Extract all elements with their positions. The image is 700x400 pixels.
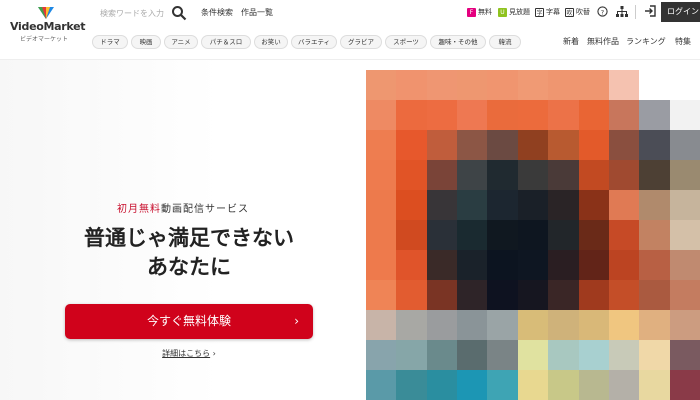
free-trial-label: 今すぐ無料体験 (146, 314, 231, 328)
hero-image-mosaic (366, 70, 700, 400)
site-header: VideoMarket ビデオマーケット 条件検索 作品一覧 F 無料 U 見放… (0, 0, 700, 60)
title-list-link[interactable]: 作品一覧 (241, 7, 273, 18)
hero-tagline: 初月無料動画配信サービス (0, 200, 366, 215)
details-link[interactable]: 詳細はこちら › (0, 348, 378, 359)
category-hobby[interactable]: 趣味・その他 (430, 35, 486, 49)
tagline-free-month: 初月無料 (117, 204, 161, 215)
unlimited-icon: U (498, 7, 507, 17)
search-box (94, 3, 192, 23)
hero-headline: 普通じゃ満足できない あなたに (0, 224, 378, 282)
category-variety[interactable]: バラエティ (291, 35, 337, 49)
category-pachislo[interactable]: パチ＆スロ (201, 35, 251, 49)
advanced-search-link[interactable]: 条件検索 (201, 7, 233, 18)
category-gravure[interactable]: グラビア (340, 35, 382, 49)
videomarket-logo[interactable]: VideoMarket ビデオマーケット (10, 4, 86, 44)
header-divider (635, 5, 636, 19)
free-icon: F (467, 7, 476, 17)
new-releases-link[interactable]: 新着 (563, 36, 579, 47)
free-titles-link[interactable]: 無料作品 (587, 36, 619, 47)
details-label: 詳細はこちら (162, 349, 211, 358)
details-chevron-icon: › (212, 349, 216, 358)
ranking-link[interactable]: ランキング (626, 36, 666, 47)
category-comedy[interactable]: お笑い (254, 35, 288, 49)
subtitle-icon: 字 (535, 7, 544, 17)
filter-unlimited[interactable]: U 見放題 (498, 6, 530, 18)
login-icon[interactable] (644, 5, 656, 17)
filter-dub-label: 吹替 (576, 8, 590, 16)
help-icon[interactable]: ? (597, 6, 608, 17)
dub-icon: 吹 (565, 7, 574, 17)
filter-free[interactable]: F 無料 (467, 6, 492, 18)
category-movie[interactable]: 映画 (131, 35, 161, 49)
filter-unlimited-label: 見放題 (509, 8, 530, 16)
headline-line-1: 普通じゃ満足できない (84, 226, 294, 250)
headline-line-2: あなたに (147, 255, 231, 279)
filter-subtitle[interactable]: 字 字幕 (535, 6, 560, 18)
login-button[interactable]: ログイン (661, 2, 700, 22)
chevron-right-icon: › (294, 314, 299, 328)
category-korean[interactable]: 韓流 (489, 35, 521, 49)
filter-free-label: 無料 (478, 8, 492, 16)
filter-subtitle-label: 字幕 (546, 8, 560, 16)
svg-text:?: ? (601, 8, 604, 16)
search-icon[interactable] (171, 5, 187, 21)
category-drama[interactable]: ドラマ (92, 35, 128, 49)
features-link[interactable]: 特集 (675, 36, 691, 47)
category-anime[interactable]: アニメ (164, 35, 198, 49)
sitemap-icon[interactable] (616, 6, 628, 17)
free-trial-button[interactable]: 今すぐ無料体験 › (65, 304, 313, 339)
search-input[interactable] (94, 3, 168, 23)
logo-text: VideoMarket (10, 20, 86, 33)
logo-mark-icon (38, 7, 54, 19)
tagline-service: 動画配信サービス (161, 204, 249, 215)
logo-subtext: ビデオマーケット (20, 36, 69, 43)
category-sports[interactable]: スポーツ (385, 35, 427, 49)
filter-dub[interactable]: 吹 吹替 (565, 6, 590, 18)
